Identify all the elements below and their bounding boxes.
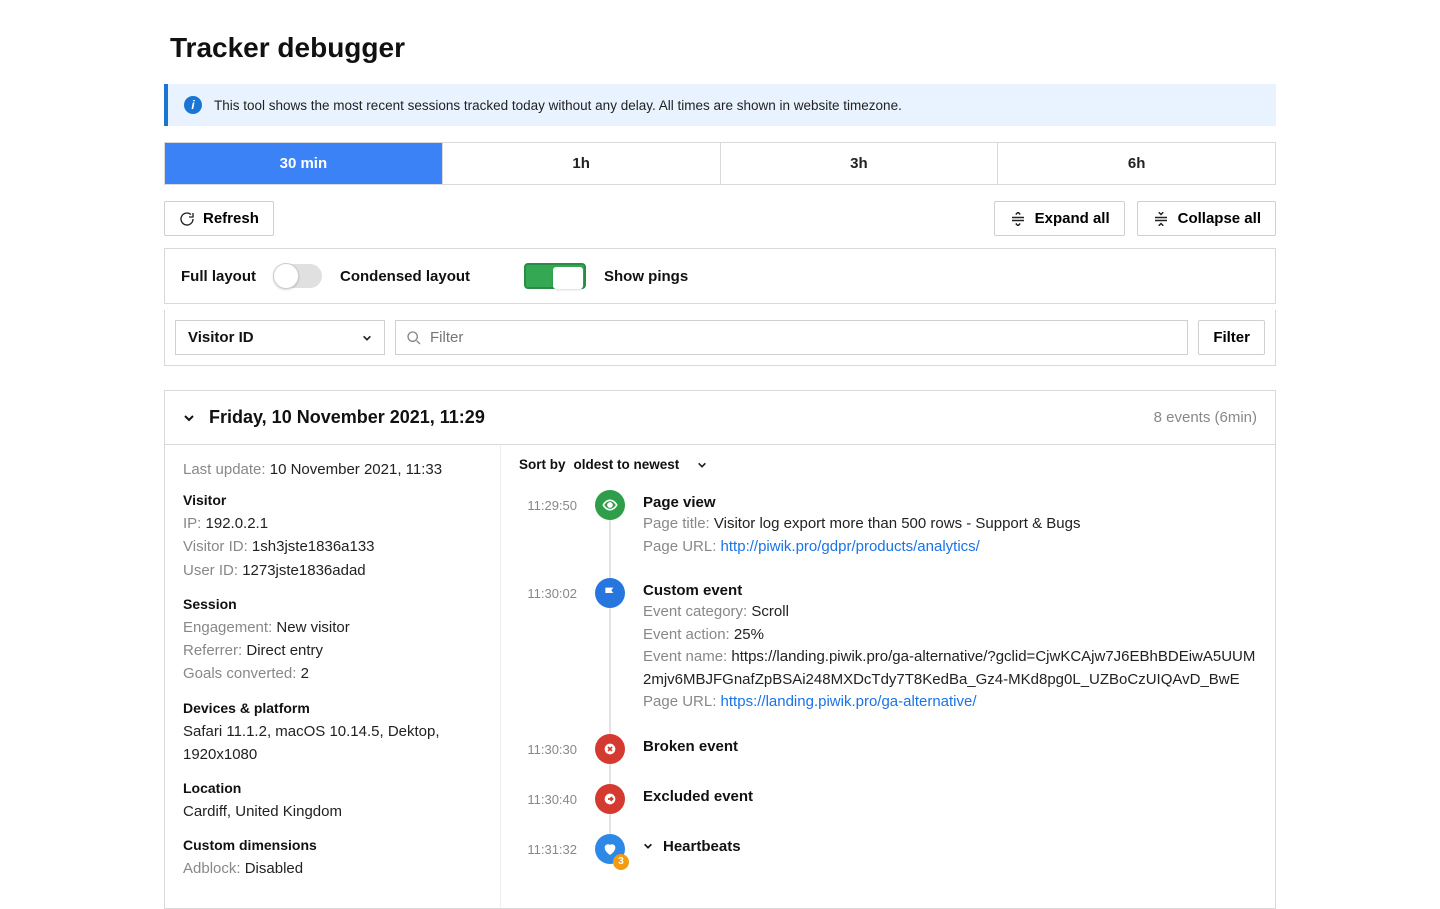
- filter-input-wrap: [395, 320, 1188, 355]
- count-badge: 3: [613, 854, 629, 870]
- filter-row: Visitor ID Filter: [164, 310, 1276, 366]
- event-url-link[interactable]: https://landing.piwik.pro/ga-alternative…: [721, 693, 977, 710]
- expand-icon: [1009, 212, 1027, 226]
- layout-toggle[interactable]: [274, 264, 322, 288]
- adblock: Adblock: Disabled: [183, 857, 482, 880]
- session-title: Friday, 10 November 2021, 11:29: [209, 407, 485, 428]
- chevron-down-icon: [183, 412, 195, 424]
- custom-dim-heading: Custom dimensions: [183, 837, 482, 853]
- event-time: 11:31:32: [519, 834, 577, 864]
- event-timeline: Sort by oldest to newest 11:29:50 Page vi…: [501, 445, 1275, 908]
- info-banner: i This tool shows the most recent sessio…: [164, 84, 1276, 126]
- event-url-link[interactable]: http://piwik.pro/gdpr/products/analytics…: [721, 538, 980, 555]
- toolbar: Refresh Expand all Collapse all: [164, 201, 1276, 236]
- goals-converted: Goals converted: 2: [183, 662, 482, 685]
- condensed-layout-label: Condensed layout: [340, 268, 470, 285]
- search-icon: [406, 330, 422, 346]
- event-row: 11:29:50 Page view Page title: Visitor log…: [519, 490, 1257, 578]
- user-id: User ID: 1273jste1836adad: [183, 559, 482, 582]
- tab-3h[interactable]: 3h: [721, 143, 999, 184]
- event-content: Broken event: [643, 734, 1257, 764]
- event-content: Excluded event: [643, 784, 1257, 814]
- event-detail-line: Page URL: http://piwik.pro/gdpr/products…: [643, 536, 1257, 559]
- last-update: Last update: 10 November 2021, 11:33: [183, 461, 482, 478]
- event-detail-line: Event category: Scroll: [643, 601, 1257, 624]
- event-content: Page view Page title: Visitor log export …: [643, 490, 1257, 558]
- devices-value: Safari 11.1.2, macOS 10.14.5, Dektop, 19…: [183, 720, 482, 767]
- session-heading: Session: [183, 596, 482, 612]
- chevron-down-icon: [643, 838, 653, 855]
- collapse-all-button[interactable]: Collapse all: [1137, 201, 1276, 236]
- event-row: 11:30:02 Custom event Event category: Scro…: [519, 578, 1257, 734]
- session-card: Friday, 10 November 2021, 11:29 8 events…: [164, 390, 1276, 909]
- event-title: Page view: [643, 494, 1257, 511]
- filter-field-value: Visitor ID: [188, 329, 254, 346]
- tab-30min[interactable]: 30 min: [165, 143, 443, 184]
- tab-6h[interactable]: 6h: [998, 143, 1275, 184]
- show-pings-toggle[interactable]: [524, 263, 586, 289]
- expand-all-label: Expand all: [1035, 210, 1110, 227]
- chevron-down-icon: [697, 460, 707, 470]
- refresh-label: Refresh: [203, 210, 259, 227]
- broken-icon: [595, 734, 625, 764]
- filter-button[interactable]: Filter: [1198, 320, 1265, 355]
- collapse-icon: [1152, 212, 1170, 226]
- eye-icon: [595, 490, 625, 520]
- session-summary: 8 events (6min): [1154, 409, 1257, 426]
- session-details-panel: Last update: 10 November 2021, 11:33 Vis…: [165, 445, 501, 908]
- info-icon: i: [184, 96, 202, 114]
- event-content: Custom eventEvent category: ScrollEvent …: [643, 578, 1257, 714]
- event-title[interactable]: Heartbeats: [643, 838, 1257, 856]
- refresh-icon: [179, 211, 195, 227]
- referrer: Referrer: Direct entry: [183, 639, 482, 662]
- show-pings-label: Show pings: [604, 268, 688, 285]
- tab-1h[interactable]: 1h: [443, 143, 721, 184]
- location-heading: Location: [183, 780, 482, 796]
- collapse-all-label: Collapse all: [1178, 210, 1261, 227]
- event-time: 11:30:02: [519, 578, 577, 714]
- event-detail-line: Page title: Visitor log export more than…: [643, 513, 1257, 536]
- engagement: Engagement: New visitor: [183, 616, 482, 639]
- sort-value: oldest to newest: [574, 457, 680, 472]
- refresh-button[interactable]: Refresh: [164, 201, 274, 236]
- full-layout-label: Full layout: [181, 268, 256, 285]
- event-row: 11:30:30 Broken event: [519, 734, 1257, 784]
- filter-button-label: Filter: [1213, 329, 1250, 346]
- filter-input[interactable]: [430, 321, 1177, 354]
- expand-all-button[interactable]: Expand all: [994, 201, 1125, 236]
- page-title: Tracker debugger: [164, 32, 1276, 64]
- session-header[interactable]: Friday, 10 November 2021, 11:29 8 events…: [165, 391, 1275, 445]
- visitor-id: Visitor ID: 1sh3jste1836a133: [183, 535, 482, 558]
- visitor-heading: Visitor: [183, 492, 482, 508]
- event-title: Custom event: [643, 582, 1257, 599]
- event-detail-line: Event name: https://landing.piwik.pro/ga…: [643, 646, 1257, 691]
- location-value: Cardiff, United Kingdom: [183, 800, 482, 823]
- visitor-ip: IP: 192.0.2.1: [183, 512, 482, 535]
- event-row: 11:30:40 Excluded event: [519, 784, 1257, 834]
- event-title: Broken event: [643, 738, 1257, 755]
- devices-heading: Devices & platform: [183, 700, 482, 716]
- chevron-down-icon: [362, 333, 372, 343]
- event-title: Excluded event: [643, 788, 1257, 805]
- layout-options: Full layout Condensed layout Show pings: [164, 248, 1276, 304]
- heart-icon: 3: [595, 834, 625, 864]
- sort-control[interactable]: Sort by oldest to newest: [519, 457, 1257, 472]
- event-time: 11:29:50: [519, 490, 577, 558]
- event-time: 11:30:30: [519, 734, 577, 764]
- time-range-tabs: 30 min 1h 3h 6h: [164, 142, 1276, 185]
- excluded-icon: [595, 784, 625, 814]
- sort-prefix: Sort by: [519, 457, 566, 472]
- event-time: 11:30:40: [519, 784, 577, 814]
- event-row: 11:31:32 3 Heartbeats: [519, 834, 1257, 884]
- event-detail-line: Page URL: https://landing.piwik.pro/ga-a…: [643, 691, 1257, 714]
- info-message: This tool shows the most recent sessions…: [214, 98, 902, 113]
- filter-field-select[interactable]: Visitor ID: [175, 320, 385, 355]
- event-detail-line: Event action: 25%: [643, 624, 1257, 647]
- event-content: Heartbeats: [643, 834, 1257, 864]
- flag-icon: [595, 578, 625, 608]
